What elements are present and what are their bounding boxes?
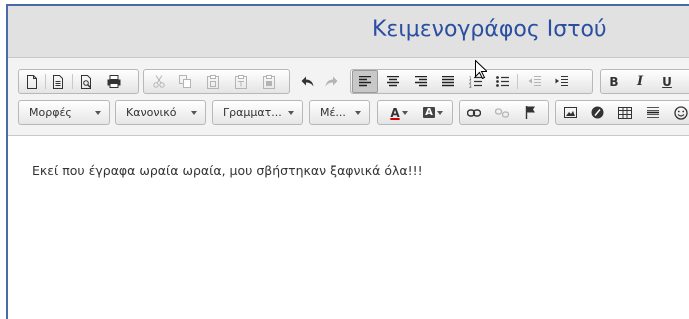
paragraph-dropdown-label: Κανονικό (126, 106, 177, 119)
bold-icon[interactable]: B (603, 70, 625, 93)
clipboard-group (143, 69, 290, 94)
redo-icon[interactable] (320, 70, 342, 93)
emoticon-icon[interactable] (670, 101, 689, 124)
anchor-flag-icon[interactable] (519, 101, 541, 124)
indent-icon[interactable] (550, 70, 572, 93)
align-center-icon[interactable] (382, 70, 404, 93)
insert-group (555, 100, 689, 125)
editor-content[interactable]: Εκεί που έγραφα ωραία ωραία, μου σβήστηκ… (32, 163, 423, 178)
paste-word-icon[interactable] (258, 70, 280, 93)
cut-icon[interactable] (148, 70, 170, 93)
align-left-icon[interactable] (352, 70, 378, 93)
link-icon[interactable] (463, 101, 485, 124)
title-bar: Κειμενογράφος Ιστού (8, 6, 689, 58)
new-document-icon[interactable] (21, 70, 43, 93)
editor-toolbar: 123 B I U Μορφές Κανονικό Γραμματ... Μέ.… (8, 58, 689, 136)
svg-text:3: 3 (469, 84, 472, 88)
unlink-icon[interactable] (491, 101, 513, 124)
colors-group: A A (377, 100, 453, 125)
text-style-group: B I U S (600, 69, 689, 94)
chevron-down-icon (191, 111, 197, 115)
copy-icon[interactable] (174, 70, 196, 93)
alignment-group: 123 (350, 69, 593, 94)
undo-icon[interactable] (296, 70, 318, 93)
strikethrough-icon[interactable]: S (683, 70, 689, 93)
text-color-icon[interactable]: A (384, 101, 414, 124)
italic-icon[interactable]: I (629, 70, 651, 93)
paste-text-icon[interactable] (230, 70, 252, 93)
page-title: Κειμενογράφος Ιστού (372, 17, 607, 42)
bullet-list-icon[interactable] (491, 70, 513, 93)
formats-dropdown[interactable]: Μορφές (18, 100, 110, 125)
font-family-dropdown[interactable]: Γραμματ... (212, 100, 303, 125)
print-icon[interactable] (103, 70, 125, 93)
mouse-cursor-icon (475, 60, 487, 79)
background-color-icon[interactable]: A (418, 101, 448, 124)
font-size-dropdown-label: Μέ... (320, 106, 346, 119)
underline-icon[interactable]: U (656, 70, 678, 93)
horizontal-rule-icon[interactable] (642, 101, 664, 124)
preview-icon[interactable] (75, 70, 97, 93)
chevron-down-icon (355, 111, 361, 115)
outdent-icon[interactable] (523, 70, 545, 93)
editor-window: Κειμενογράφος Ιστού 1 2 3 B I U Μορφές Κ… (6, 4, 689, 319)
font-family-dropdown-label: Γραμματ... (223, 106, 282, 119)
template-document-icon[interactable] (47, 70, 69, 93)
align-right-icon[interactable] (410, 70, 432, 93)
media-icon[interactable] (586, 101, 608, 124)
formats-dropdown-label: Μορφές (29, 106, 72, 119)
document-group (18, 69, 139, 94)
align-justify-icon[interactable] (437, 70, 459, 93)
table-icon[interactable] (614, 101, 636, 124)
paste-icon[interactable] (202, 70, 224, 93)
chevron-down-icon (95, 111, 101, 115)
image-icon[interactable] (559, 101, 581, 124)
links-group (459, 100, 549, 125)
chevron-down-icon (288, 111, 294, 115)
rich-text-editor: 123 B I U Μορφές Κανονικό Γραμματ... Μέ.… (8, 58, 689, 319)
font-size-dropdown[interactable]: Μέ... (309, 100, 370, 125)
paragraph-dropdown[interactable]: Κανονικό (115, 100, 206, 125)
